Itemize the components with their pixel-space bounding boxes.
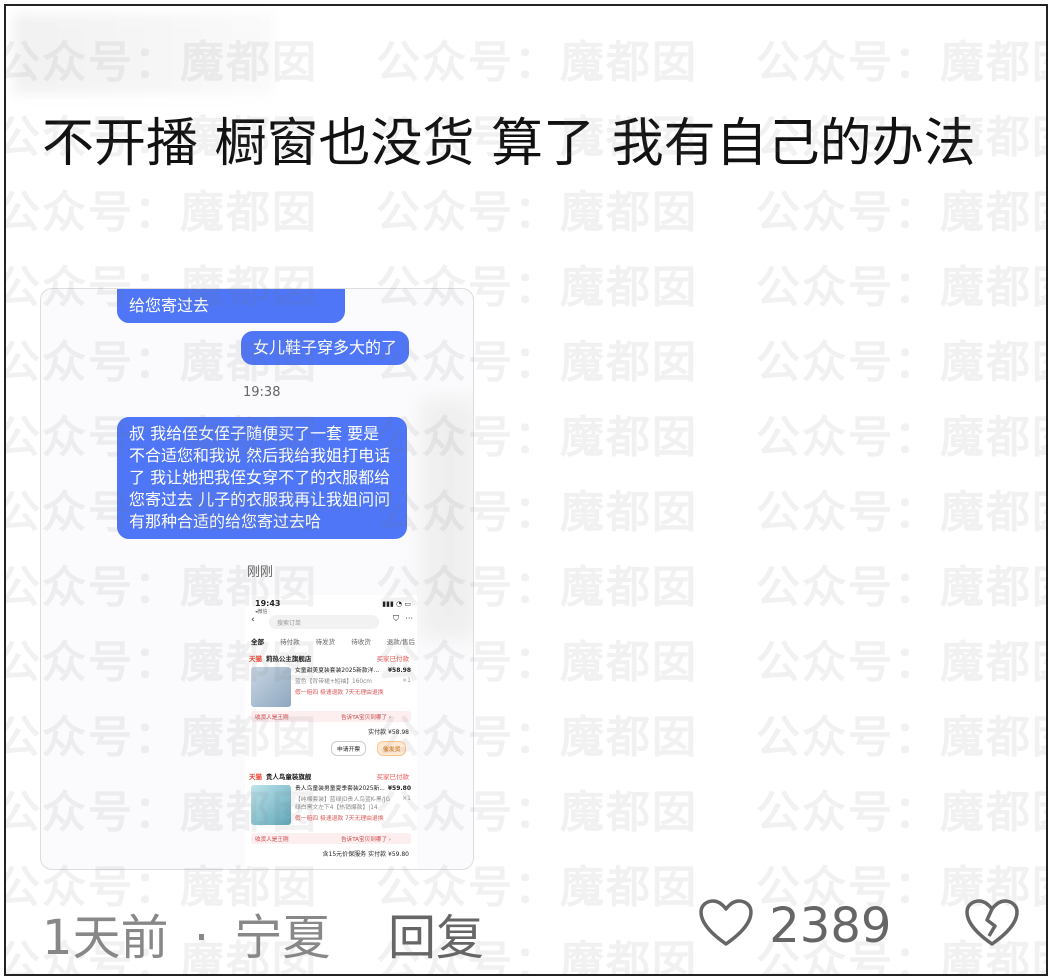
product-badges: 假一赔四 极速退款 7天无理由退换: [295, 690, 384, 696]
phone-back-app: ◂微信: [255, 609, 268, 615]
chat-bubble: 叔 我给侄女侄子随便买了一套 要是不合适您和我说 然后我给我姐打电话了 我让她把…: [117, 417, 407, 539]
like-button[interactable]: 2389: [698, 898, 891, 954]
product-price: ¥58.98: [387, 667, 411, 674]
order-paid: 含15元价保服务 实付款 ¥59.80: [322, 851, 409, 858]
product-title: 贵人鸟童装男童夏季套装2025新...: [295, 786, 385, 792]
watermark-text: 公众号：魔都囡: [756, 562, 1048, 613]
comment-meta: 1天前 · 宁夏: [42, 898, 330, 968]
chat-timestamp: 刚刚: [247, 565, 274, 580]
blurred-username: [14, 14, 274, 94]
order-card: 天猫 莉热公主旗舰店 买家已付款 女童甜美夏装套装2025新款洋... ¥58.…: [249, 653, 415, 756]
comment-location: 宁夏: [234, 910, 331, 966]
watermark-text: 公众号：魔都囡: [376, 187, 698, 238]
tab-refund: 退款/售后: [386, 638, 415, 646]
meta-separator: ·: [193, 910, 210, 966]
chat-timestamp: 19:38: [243, 385, 281, 400]
comment-text: 不开播 橱窗也没货 算了 我有自己的办法: [42, 114, 976, 174]
order-search-input: 搜索订单: [269, 615, 379, 629]
urge-ship-button: 催发货: [377, 741, 407, 756]
filter-icon: ⛉: [393, 614, 399, 623]
order-card: 天猫 贵人鸟童装旗舰 买家已付款 贵人鸟童装男童夏季套装2025新... ¥59…: [249, 771, 415, 858]
product-badges: 假一赔四 极速退款 7天无理由退换: [295, 816, 384, 822]
platform-label: 天猫: [249, 773, 262, 781]
watermark-text: 公众号：魔都囡: [756, 37, 1048, 88]
chat-screenshot-image[interactable]: 给您寄过去 女儿鞋子穿多大的了 19:38 叔 我给侄女侄子随便买了一套 要是不…: [40, 288, 474, 870]
watermark-text: 公众号：魔都囡: [376, 37, 698, 88]
watermark-text: 公众号：魔都囡: [756, 637, 1048, 688]
product-qty: ×1: [402, 677, 411, 684]
tab-all: 全部: [251, 638, 264, 646]
reply-button[interactable]: 回复: [388, 898, 484, 968]
blurred-region: [421, 399, 473, 639]
order-screenshot: 19:43 ◂微信 ▮▮▮ ◔ ▭ ‹ 搜索订单 ⛉ ··· 全部 待付款 待发…: [245, 595, 417, 869]
watermark-text: 公众号：魔都囡: [756, 187, 1048, 238]
watermark-text: 公众号：魔都囡: [756, 262, 1048, 313]
heart-icon: [699, 899, 753, 946]
product-qty: ×1: [402, 795, 411, 802]
watermark-text: 公众号：魔都囡: [756, 412, 1048, 463]
product-title: 女童甜美夏装套装2025新款洋...: [295, 668, 380, 674]
watermark-text: 公众号：魔都囡: [4, 187, 318, 238]
comment-time: 1天前: [42, 910, 169, 966]
order-paid: 实付款 ¥58.98: [368, 729, 409, 736]
watermark-text: 公众号：魔都囡: [756, 487, 1048, 538]
order-tabs: 全部 待付款 待发货 待收货 退款/售后: [251, 636, 415, 646]
product-thumbnail: [251, 785, 291, 825]
like-count: 2389: [769, 898, 892, 954]
comment-card: 不开播 橱窗也没货 算了 我有自己的办法 给您寄过去 女儿鞋子穿多大的了 19:…: [4, 4, 1048, 976]
chat-bubble: 给您寄过去: [117, 289, 345, 323]
order-status: 买家已付款: [376, 655, 410, 663]
phone-clock: 19:43: [255, 599, 281, 608]
broken-heart-icon[interactable]: [964, 898, 1020, 948]
order-notice: 收货人是王刚 告诉TA宝贝到哪了 ›: [251, 711, 411, 722]
product-price: ¥59.80: [387, 785, 411, 792]
product-spec: 蓝色【背带裙+短袖】160cm: [295, 679, 372, 685]
product-spec: 【纯棉套装】蓝绿JD贵人鸟蓝K-黑/JG绿白黑文左下4【热销爆款】|14: [295, 797, 390, 811]
store-name: 莉热公主旗舰店: [265, 655, 312, 663]
tab-unshipped: 待发货: [315, 638, 336, 646]
more-icon: ···: [405, 614, 413, 623]
order-notice: 收货人是王刚 告诉TA宝贝到哪了 ›: [251, 833, 411, 844]
back-icon: ‹: [251, 615, 255, 625]
order-status: 买家已付款: [376, 773, 410, 781]
watermark-text: 公众号：魔都囡: [756, 337, 1048, 388]
product-thumbnail: [251, 667, 291, 707]
watermark-text: 公众号：魔都囡: [756, 712, 1048, 763]
comment-footer: 1天前 · 宁夏 回复 2389: [42, 898, 1022, 968]
chat-bubble-right: 女儿鞋子穿多大的了: [241, 331, 410, 365]
invoice-button: 申请开票: [331, 741, 367, 756]
signal-icon: ▮▮▮ ◔ ▭: [382, 600, 411, 608]
tab-unpaid: 待付款: [280, 638, 300, 646]
store-name: 贵人鸟童装旗舰: [265, 773, 312, 781]
watermark-text: 公众号：魔都囡: [756, 787, 1048, 838]
tab-receiving: 待收货: [351, 638, 371, 646]
platform-label: 天猫: [249, 655, 262, 663]
